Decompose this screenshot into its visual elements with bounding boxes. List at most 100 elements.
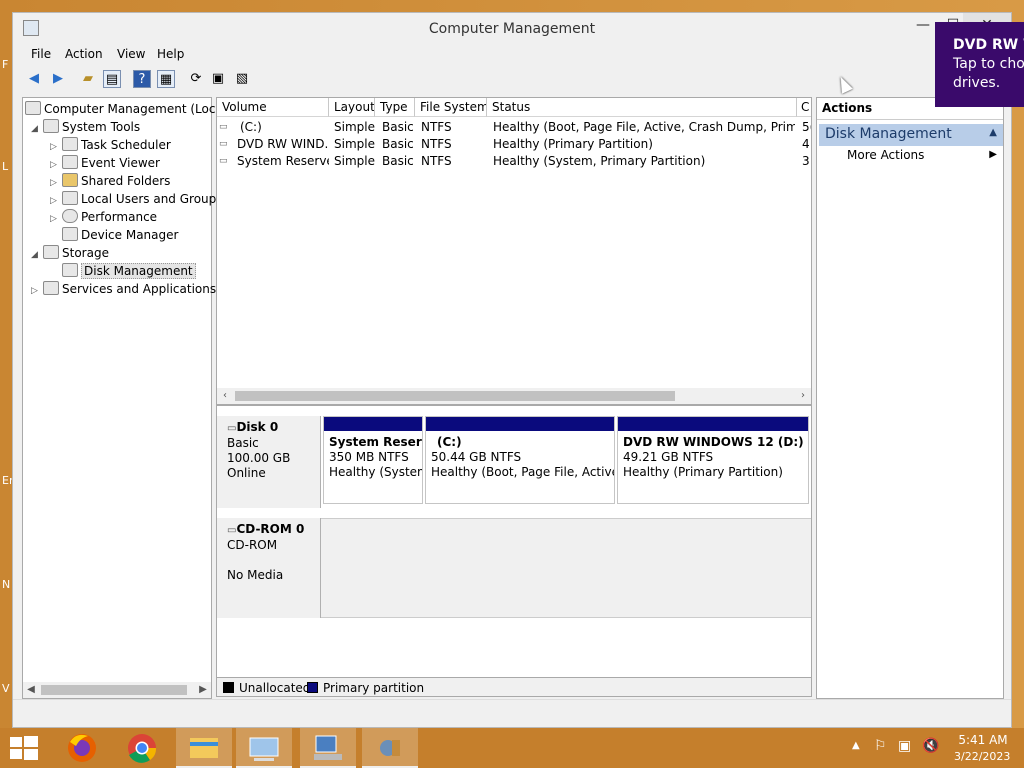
partition-system-reserved[interactable]: System Reserve350 MB NTFSHealthy (System… bbox=[323, 416, 423, 504]
users-icon bbox=[62, 191, 78, 205]
filesystem-cell: NTFS bbox=[421, 154, 452, 168]
menu-file[interactable]: File bbox=[31, 47, 51, 61]
drive-icon: ▭ bbox=[219, 156, 228, 166]
up-folder-icon[interactable]: ▰ bbox=[79, 70, 97, 88]
title-bar[interactable]: Computer Management — ☐ ✕ bbox=[13, 13, 1011, 45]
tree-item-event-viewer[interactable]: ▷ Event Viewer bbox=[50, 154, 160, 172]
actions-pane: Actions Disk Management ▲ More Actions ▶ bbox=[816, 97, 1004, 699]
disk-size bbox=[227, 553, 310, 568]
action-center-flag-icon[interactable]: ⚐ bbox=[874, 738, 887, 754]
capacity-cell: 3! bbox=[802, 154, 811, 168]
scroll-right-icon[interactable]: › bbox=[795, 388, 811, 404]
shared-folder-icon bbox=[62, 173, 78, 187]
tree-item-device-manager[interactable]: Device Manager bbox=[50, 226, 178, 244]
forward-arrow-icon[interactable]: ▶ bbox=[49, 70, 67, 88]
refresh-icon[interactable]: ⟳ bbox=[187, 70, 205, 88]
autoplay-notification[interactable]: DVD RW W Tap to choo drives. bbox=[935, 22, 1024, 107]
disk-0-label[interactable]: ▭Disk 0 Basic 100.00 GB Online bbox=[217, 416, 321, 508]
volume-muted-icon[interactable]: 🔇 bbox=[922, 738, 939, 754]
scroll-thumb[interactable] bbox=[41, 685, 187, 695]
network-tray-icon[interactable]: ▣ bbox=[898, 738, 911, 754]
back-arrow-icon[interactable]: ◀ bbox=[25, 70, 43, 88]
show-hide-tree-icon[interactable]: ▤ bbox=[103, 70, 121, 88]
partition-d[interactable]: DVD RW WINDOWS 12 (D:) 49.21 GB NTFS Healt… bbox=[617, 416, 809, 504]
storage-icon bbox=[43, 245, 59, 259]
desktop-icon-label: L bbox=[2, 160, 9, 173]
cdrom-empty-area[interactable] bbox=[321, 518, 811, 618]
tools-icon bbox=[43, 119, 59, 133]
actions-section-disk-management[interactable]: Disk Management ▲ bbox=[819, 124, 1003, 146]
layout-cell: Simple bbox=[334, 154, 375, 168]
tree-item-local-users-groups[interactable]: ▷ Local Users and Groups bbox=[50, 190, 223, 208]
scroll-thumb[interactable] bbox=[235, 391, 675, 401]
partition-size: 50.44 GB NTFS bbox=[431, 450, 522, 464]
cdrom-0-label[interactable]: ▭CD-ROM 0 CD-ROM No Media bbox=[217, 518, 321, 618]
tree-item-storage[interactable]: ◢ Storage bbox=[31, 244, 109, 262]
tree-item-shared-folders[interactable]: ▷ Shared Folders bbox=[50, 172, 170, 190]
menu-bar: File Action View Help bbox=[13, 45, 1011, 65]
column-header-volume[interactable]: Volume bbox=[217, 98, 329, 117]
properties-icon[interactable]: ▦ bbox=[157, 70, 175, 88]
drive-icon: ▭ bbox=[219, 139, 228, 149]
column-header-type[interactable]: Type bbox=[375, 98, 415, 117]
tools-icon[interactable] bbox=[362, 728, 418, 768]
status-cell: Healthy (Primary Partition) bbox=[493, 137, 653, 151]
column-header-layout[interactable]: Layout bbox=[329, 98, 375, 117]
legend-swatch-unallocated bbox=[223, 682, 234, 693]
action-more-actions[interactable]: More Actions ▶ bbox=[847, 148, 997, 166]
scroll-left-icon[interactable]: ◀ bbox=[23, 682, 39, 698]
partition-bar bbox=[618, 417, 808, 431]
type-cell: Basic bbox=[382, 137, 414, 151]
clock-date[interactable]: 3/22/2023 bbox=[954, 750, 1010, 763]
expander-icon[interactable]: ▷ bbox=[31, 282, 43, 300]
performance-icon bbox=[62, 209, 78, 223]
show-hidden-icons-icon[interactable]: ▲ bbox=[852, 740, 860, 751]
desktop-icon-label: V bbox=[2, 682, 10, 695]
windows-start-icon[interactable] bbox=[0, 728, 48, 768]
scroll-left-icon[interactable]: ‹ bbox=[217, 388, 233, 404]
console-icon[interactable]: ▧ bbox=[233, 70, 251, 88]
chrome-icon[interactable] bbox=[114, 728, 170, 768]
menu-action[interactable]: Action bbox=[65, 47, 103, 61]
expander-icon[interactable]: ◢ bbox=[31, 120, 43, 138]
capacity-cell: 5( bbox=[802, 120, 811, 134]
tree-item-performance[interactable]: ▷ Performance bbox=[50, 208, 157, 226]
tree-horizontal-scrollbar[interactable]: ◀ ▶ bbox=[23, 682, 211, 698]
partition-status: Healthy (System, bbox=[329, 465, 422, 479]
tree-item-system-tools[interactable]: ◢ System Tools bbox=[31, 118, 140, 136]
column-header-file-system[interactable]: File System bbox=[415, 98, 487, 117]
partition-c[interactable]: (C:) 50.44 GB NTFS Healthy (Boot, Page Fil… bbox=[425, 416, 615, 504]
layout-cell: Simple bbox=[334, 120, 375, 134]
status-cell: Healthy (Boot, Page File, Active, Crash … bbox=[493, 120, 795, 134]
event-viewer-icon bbox=[62, 155, 78, 169]
firefox-icon[interactable] bbox=[54, 728, 110, 768]
computer-management-icon[interactable] bbox=[236, 728, 292, 768]
more-actions-label: More Actions bbox=[847, 148, 925, 162]
menu-view[interactable]: View bbox=[117, 47, 145, 61]
computer-management-window: Computer Management — ☐ ✕ File Action Vi… bbox=[12, 12, 1012, 728]
clock-time[interactable]: 5:41 AM bbox=[958, 733, 1008, 747]
actions-section-label: Disk Management bbox=[825, 126, 952, 142]
export-list-icon[interactable]: ▣ bbox=[209, 70, 227, 88]
disk-name: Disk 0 bbox=[236, 420, 279, 434]
help-icon[interactable]: ? bbox=[133, 70, 151, 88]
network-icon[interactable] bbox=[300, 728, 356, 768]
filesystem-cell: NTFS bbox=[421, 137, 452, 151]
tree-item-services-applications[interactable]: ▷ Services and Applications bbox=[31, 280, 216, 298]
tree-item-task-scheduler[interactable]: ▷ Task Scheduler bbox=[50, 136, 171, 154]
scroll-right-icon[interactable]: ▶ bbox=[195, 682, 211, 698]
tree-item-disk-management[interactable]: Disk Management bbox=[50, 262, 196, 280]
expander-icon[interactable]: ◢ bbox=[31, 246, 43, 264]
desktop-icon-label: F bbox=[2, 58, 9, 71]
column-header-capacity[interactable]: C bbox=[797, 98, 811, 117]
column-header-status[interactable]: Status bbox=[487, 98, 797, 117]
navigation-tree: Computer Management (Local ◢ System Tools… bbox=[22, 97, 226, 699]
disk-name: CD-ROM 0 bbox=[236, 522, 305, 536]
file-explorer-icon[interactable] bbox=[176, 728, 232, 768]
menu-help[interactable]: Help bbox=[157, 47, 184, 61]
collapse-icon[interactable]: ▲ bbox=[989, 127, 997, 138]
legend: Unallocated Primary partition bbox=[216, 677, 812, 697]
notification-title: DVD RW W bbox=[953, 37, 1024, 53]
tree-item-computer-management[interactable]: Computer Management (Local bbox=[25, 100, 226, 118]
volume-horizontal-scrollbar[interactable]: ‹ › bbox=[217, 388, 811, 404]
